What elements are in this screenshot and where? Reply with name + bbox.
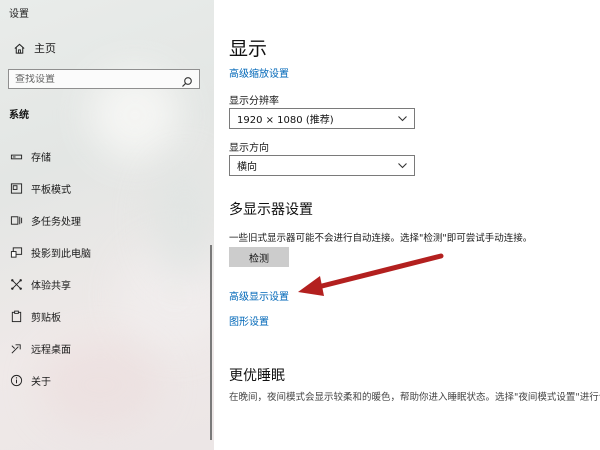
sidebar-item-remote-desktop[interactable]: 远程桌面 <box>9 340 71 356</box>
sidebar-item-home[interactable]: 主页 <box>12 40 56 56</box>
projecting-icon <box>9 245 23 259</box>
main-content: 显示 高级缩放设置 显示分辨率 1920 × 1080 (推荐) 显示方向 横向… <box>214 0 600 450</box>
chevron-down-icon <box>397 113 408 127</box>
settings-window: 设置 主页 系统 存储 平板模式 <box>0 0 600 450</box>
home-icon <box>12 41 26 55</box>
resolution-value: 1920 × 1080 (推荐) <box>237 115 334 126</box>
multi-display-description: 一些旧式显示器可能不会进行自动连接。选择"检测"即可尝试手动连接。 <box>229 233 533 244</box>
search-box[interactable] <box>8 69 200 89</box>
sidebar-item-multitasking[interactable]: 多任务处理 <box>9 212 81 228</box>
background-blur <box>150 160 214 280</box>
orientation-label: 显示方向 <box>229 143 269 154</box>
search-input[interactable] <box>9 73 175 85</box>
sidebar-scrollbar[interactable] <box>210 245 212 440</box>
remote-desktop-icon <box>9 341 23 355</box>
shared-experiences-icon <box>9 277 23 291</box>
sidebar-item-projecting[interactable]: 投影到此电脑 <box>9 244 91 260</box>
sidebar-item-label: 远程桌面 <box>31 344 71 356</box>
info-icon <box>9 373 23 387</box>
resolution-label: 显示分辨率 <box>229 96 279 107</box>
search-icon[interactable] <box>181 73 193 92</box>
orientation-select[interactable]: 横向 <box>229 155 415 176</box>
sidebar-item-tablet-mode[interactable]: 平板模式 <box>9 180 71 196</box>
sidebar-item-label: 剪贴板 <box>31 312 61 324</box>
page-title: 显示 <box>229 38 268 60</box>
sleep-heading: 更优睡眠 <box>229 368 285 384</box>
multitasking-icon <box>9 213 23 227</box>
detect-button[interactable]: 检测 <box>229 247 289 267</box>
graphics-settings-link[interactable]: 图形设置 <box>229 313 269 328</box>
sidebar-item-label: 平板模式 <box>31 184 71 196</box>
window-title: 设置 <box>9 9 29 20</box>
chevron-down-icon <box>397 160 408 174</box>
sidebar-item-label: 体验共享 <box>31 280 71 292</box>
sidebar-item-label: 关于 <box>31 376 51 388</box>
resolution-select[interactable]: 1920 × 1080 (推荐) <box>229 108 415 129</box>
sidebar-item-storage[interactable]: 存储 <box>9 148 51 164</box>
sidebar-item-label: 存储 <box>31 152 51 164</box>
sidebar-item-about[interactable]: 关于 <box>9 372 51 388</box>
sidebar-section-system: 系统 <box>9 110 29 121</box>
sidebar-item-label: 主页 <box>34 42 56 55</box>
advanced-display-link[interactable]: 高级显示设置 <box>229 288 289 303</box>
sidebar: 设置 主页 系统 存储 平板模式 <box>0 0 214 450</box>
sidebar-item-clipboard[interactable]: 剪贴板 <box>9 308 61 324</box>
sidebar-item-shared-experiences[interactable]: 体验共享 <box>9 276 71 292</box>
storage-icon <box>9 149 23 163</box>
multi-display-heading: 多显示器设置 <box>229 202 313 218</box>
clipboard-icon <box>9 309 23 323</box>
sidebar-item-label: 多任务处理 <box>31 216 81 228</box>
sidebar-item-label: 投影到此电脑 <box>31 248 91 260</box>
advanced-scaling-link[interactable]: 高级缩放设置 <box>229 65 289 80</box>
sleep-description: 在晚间，夜间模式会显示较柔和的暖色，帮助你进入睡眠状态。选择"夜间模式设置"进行… <box>229 392 600 403</box>
orientation-value: 横向 <box>237 162 257 173</box>
tablet-mode-icon <box>9 181 23 195</box>
